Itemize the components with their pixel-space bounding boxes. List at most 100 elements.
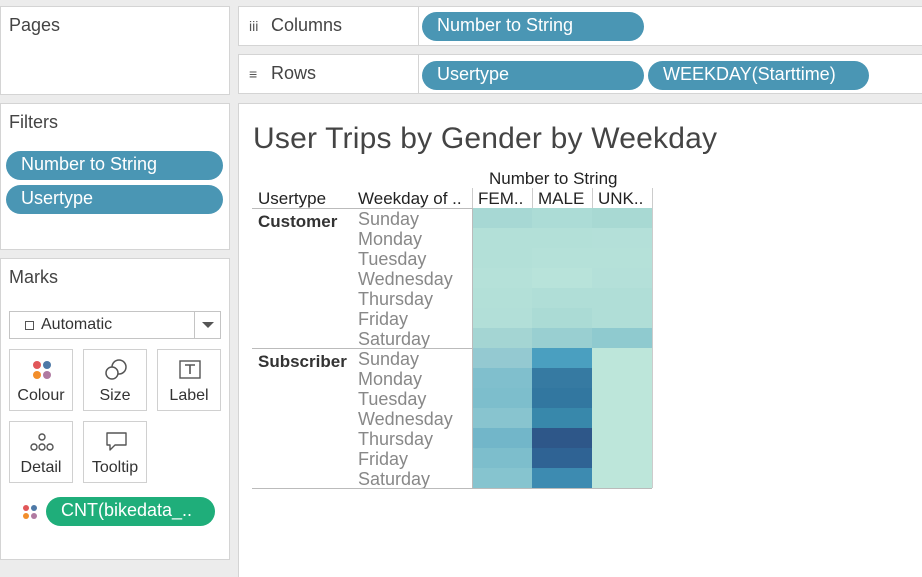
heatmap-cell <box>532 308 592 328</box>
heatmap-cell <box>532 228 592 248</box>
pages-title: Pages <box>9 15 61 35</box>
colour-field-pill[interactable]: CNT(bikedata_.. <box>46 497 215 526</box>
columns-shelf-label: iii Columns <box>239 7 419 45</box>
heatmap-cell <box>472 468 532 488</box>
row-header-weekday: Weekday of .. <box>358 189 462 208</box>
rows-shelf-label: ≡ Rows <box>239 55 419 93</box>
heatmap-cell <box>472 308 532 328</box>
size-icon <box>105 359 127 380</box>
heatmap-cell <box>592 428 652 448</box>
column-header-1: MALE <box>538 189 585 208</box>
tooltip-label: Tooltip <box>91 459 139 476</box>
heatmap-cell <box>592 308 652 328</box>
rows-label: Rows <box>271 63 317 83</box>
label-icon <box>179 360 201 379</box>
colour-button[interactable]: Colour <box>9 349 73 411</box>
column-header-divider <box>532 188 533 208</box>
rows-pill-weekday[interactable]: WEEKDAY(Starttime) <box>648 61 869 90</box>
size-button[interactable]: Size <box>83 349 147 411</box>
tooltip-icon <box>106 432 127 451</box>
usertype-label: Subscriber <box>258 352 347 371</box>
colour-icon <box>33 361 51 379</box>
rows-shelf[interactable]: ≡ Rows Usertype WEEKDAY(Starttime) <box>238 54 922 94</box>
heatmap-cell <box>472 428 532 448</box>
rows-icon: ≡ <box>249 66 258 82</box>
heatmap-cell <box>532 328 592 348</box>
weekday-label: Monday <box>358 229 423 249</box>
heatmap-cell <box>472 228 532 248</box>
heatmap-cell <box>592 228 652 248</box>
detail-icon <box>30 433 54 451</box>
columns-label: Columns <box>271 15 343 35</box>
weekday-label: Saturday <box>358 329 431 349</box>
grid-right-border <box>652 208 653 488</box>
marks-title: Marks <box>9 267 58 287</box>
label-label: Label <box>169 387 209 404</box>
heatmap-cell <box>472 448 532 468</box>
columns-pill-number-to-string[interactable]: Number to String <box>422 12 644 41</box>
weekday-label: Saturday <box>358 469 431 489</box>
heatmap-cell <box>472 328 532 348</box>
column-header-title: Number to String <box>489 169 618 188</box>
heatmap-cell <box>532 468 592 488</box>
square-icon <box>25 321 34 330</box>
view-panel[interactable]: User Trips by Gender by Weekday Number t… <box>238 103 922 577</box>
heatmap-cell <box>532 408 592 428</box>
heatmap-cell <box>592 368 652 388</box>
heatmap-cell <box>532 208 592 228</box>
row-header-usertype: Usertype <box>258 189 327 208</box>
heatmap-cell <box>592 388 652 408</box>
heatmap-cell <box>472 348 532 368</box>
chevron-down-icon[interactable] <box>194 312 220 338</box>
heatmap-cell <box>592 208 652 228</box>
filter-pill-usertype[interactable]: Usertype <box>6 185 223 214</box>
heatmap-cell <box>472 388 532 408</box>
filters-panel[interactable]: Filters Number to String Usertype <box>0 103 230 250</box>
detail-button[interactable]: Detail <box>9 421 73 483</box>
column-header-divider <box>652 188 653 208</box>
tooltip-button[interactable]: Tooltip <box>83 421 147 483</box>
heatmap-cell <box>532 428 592 448</box>
weekday-label: Wednesday <box>358 269 453 289</box>
columns-icon: iii <box>249 18 259 34</box>
filter-pill-number-to-string[interactable]: Number to String <box>6 151 223 180</box>
columns-shelf[interactable]: iii Columns Number to String <box>238 6 922 46</box>
heatmap-cell <box>472 368 532 388</box>
heatmap-cell <box>532 248 592 268</box>
heatmap-cell <box>592 248 652 268</box>
heatmap-cell <box>532 388 592 408</box>
column-header-0: FEM.. <box>478 189 524 208</box>
weekday-label: Tuesday <box>358 389 427 409</box>
heatmap-cell <box>592 448 652 468</box>
heatmap-cell <box>592 408 652 428</box>
detail-label: Detail <box>20 459 62 476</box>
mark-type-value: Automatic <box>41 316 113 333</box>
heatmap-cell <box>472 288 532 308</box>
filters-title: Filters <box>9 112 58 132</box>
grid-left-border <box>472 208 473 488</box>
weekday-label: Friday <box>358 309 409 329</box>
heatmap-cell <box>472 408 532 428</box>
heatmap-cell <box>592 328 652 348</box>
label-button[interactable]: Label <box>157 349 221 411</box>
weekday-label: Monday <box>358 369 423 389</box>
column-header-2: UNK.. <box>598 189 644 208</box>
weekday-label: Sunday <box>358 349 420 369</box>
heatmap-cell <box>472 208 532 228</box>
heatmap-cell <box>472 248 532 268</box>
weekday-label: Thursday <box>358 289 434 309</box>
pages-panel[interactable]: Pages <box>0 6 230 95</box>
heatmap-grid: Number to String Usertype Weekday of .. FEM… <box>239 104 922 577</box>
weekday-label: Tuesday <box>358 249 427 269</box>
rows-pill-usertype[interactable]: Usertype <box>422 61 644 90</box>
heatmap-cell <box>472 268 532 288</box>
heatmap-cell <box>532 288 592 308</box>
marks-panel[interactable]: Marks Automatic Colour Size Label Detail… <box>0 258 230 560</box>
mark-type-dropdown[interactable]: Automatic <box>9 311 221 339</box>
heatmap-cell <box>592 288 652 308</box>
size-label: Size <box>99 387 131 404</box>
colour-field-icon <box>23 505 37 519</box>
weekday-label: Thursday <box>358 429 434 449</box>
colour-label: Colour <box>17 387 65 404</box>
column-header-divider <box>472 188 473 208</box>
